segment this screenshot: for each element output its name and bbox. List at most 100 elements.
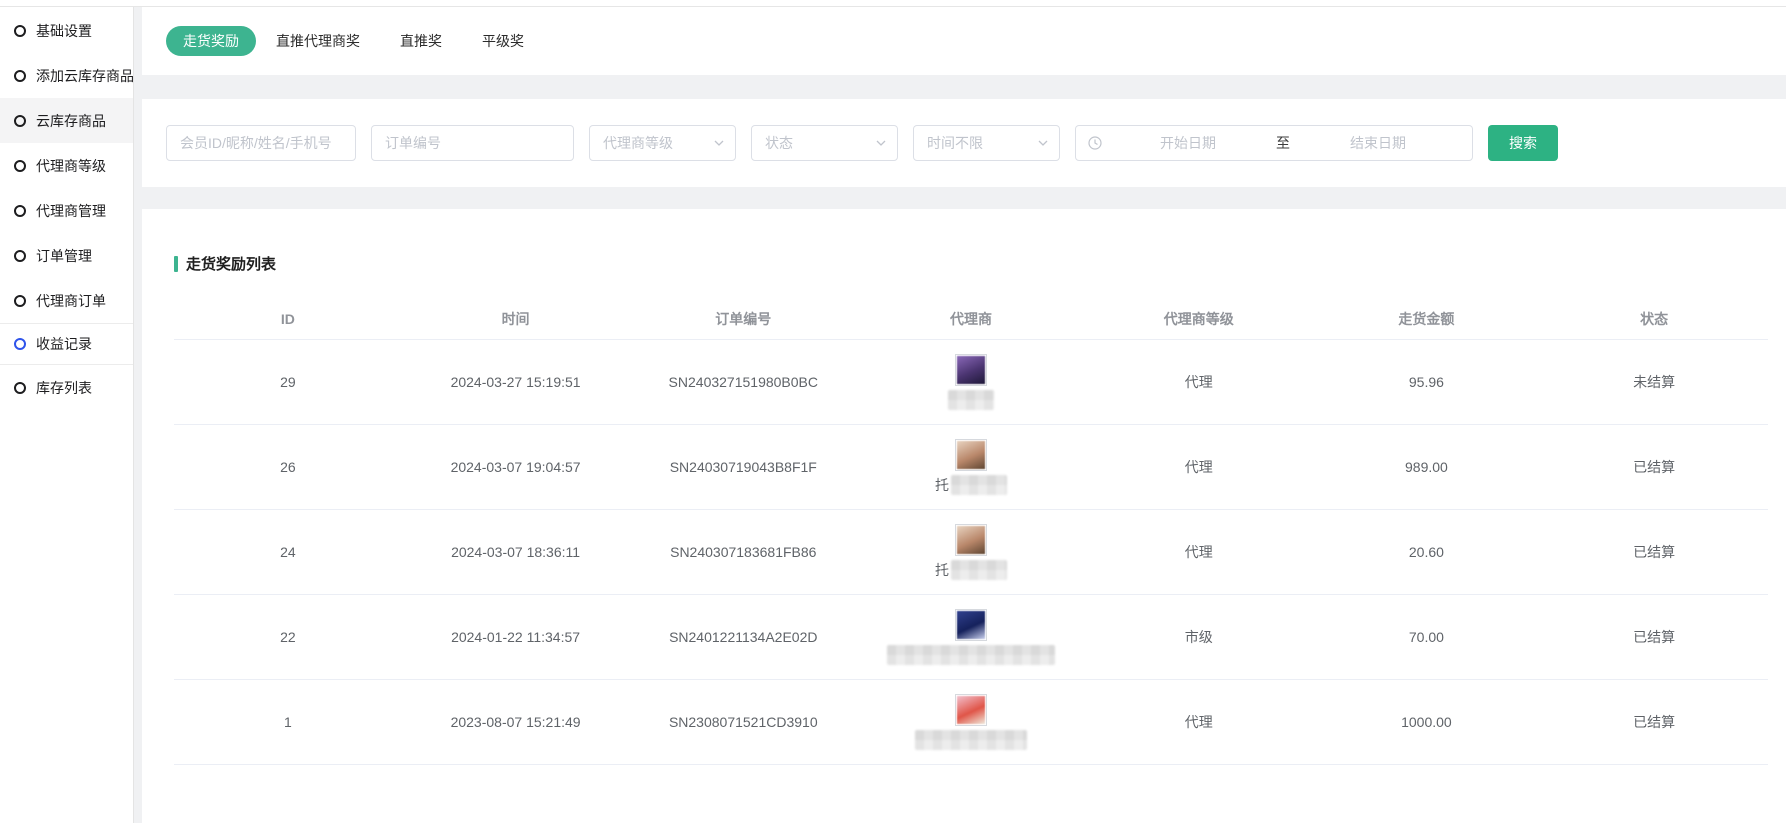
sidebar-item-label: 代理商等级 [36,156,106,176]
start-date-placeholder[interactable]: 开始日期 [1106,133,1270,153]
filter-bar: 代理商等级 状态 时间不限 开始日期 至 结束日期 搜索 [142,99,1786,187]
sidebar-item-收益记录[interactable]: 收益记录 [0,323,133,365]
sidebar-item-基础设置[interactable]: 基础设置 [0,8,133,53]
radio-circle-icon [14,382,26,394]
tab-直推代理商奖[interactable]: 直推代理商奖 [276,31,360,51]
agent-avatar-image [957,356,985,384]
table-row: 26 2024-03-07 19:04:57 SN24030719043B8F1… [174,425,1768,510]
tab-直推奖[interactable]: 直推奖 [400,31,442,51]
chevron-down-icon [713,137,725,149]
sidebar-item-云库存商品[interactable]: 云库存商品 [0,98,133,143]
end-date-placeholder[interactable]: 结束日期 [1296,133,1460,153]
agent-avatar-image [957,526,985,554]
status-select-value: 状态 [765,133,793,153]
cell-agent-level: 代理 [1085,542,1313,562]
censored-nickname [951,475,1007,495]
agent-avatar [955,524,987,556]
title-accent-bar [174,256,178,272]
cell-amount: 20.60 [1313,544,1541,560]
clock-icon [1088,136,1102,150]
table-header-cell: 状态 [1540,309,1768,329]
agent-avatar-image [957,441,985,469]
agent-avatar-image [957,611,985,639]
radio-circle-icon [14,25,26,37]
date-range-picker[interactable]: 开始日期 至 结束日期 [1075,125,1473,161]
cell-agent [857,694,1085,750]
cell-agent: 托 [857,524,1085,580]
sidebar-item-代理商订单[interactable]: 代理商订单 [0,278,133,323]
cell-status: 已结算 [1540,712,1768,732]
agent-nickname [915,730,1027,750]
cell-order-no: SN2401221134A2E02D [629,629,857,645]
page-layout: 基础设置 添加云库存商品 云库存商品 代理商等级 代理商管理 订单管理 代理商订… [0,7,1786,823]
agent-nickname: 托 [935,560,1007,580]
cell-agent-level: 代理 [1085,712,1313,732]
tab-平级奖[interactable]: 平级奖 [482,31,524,51]
sidebar-item-库存列表[interactable]: 库存列表 [0,365,133,410]
member-search-input[interactable] [166,125,356,161]
radio-circle-icon [14,295,26,307]
agent-avatar [955,439,987,471]
cell-amount: 70.00 [1313,629,1541,645]
sidebar-item-label: 收益记录 [36,334,92,354]
tabs-bar: 走货奖励 直推代理商奖 直推奖 平级奖 [142,7,1786,75]
radio-circle-icon [14,115,26,127]
table-body: 29 2024-03-27 15:19:51 SN240327151980B0B… [174,340,1768,765]
cell-time: 2024-03-07 18:36:11 [402,544,630,560]
cell-time: 2023-08-07 15:21:49 [402,714,630,730]
table-row: 22 2024-01-22 11:34:57 SN2401221134A2E02… [174,595,1768,680]
cell-time: 2024-03-27 15:19:51 [402,374,630,390]
radio-circle-icon [14,205,26,217]
cell-id: 24 [174,544,402,560]
radio-circle-icon [14,70,26,82]
cell-agent-level: 代理 [1085,457,1313,477]
top-divider [0,0,1786,7]
cell-status: 已结算 [1540,627,1768,647]
sidebar-item-label: 基础设置 [36,21,92,41]
main-content: 走货奖励 直推代理商奖 直推奖 平级奖 代理商等级 状态 时间不限 [142,7,1786,823]
sidebar-item-代理商管理[interactable]: 代理商管理 [0,188,133,233]
cell-id: 22 [174,629,402,645]
cell-amount: 95.96 [1313,374,1541,390]
agent-level-select[interactable]: 代理商等级 [589,125,736,161]
sidebar-item-添加云库存商品[interactable]: 添加云库存商品 [0,53,133,98]
agent-nickname: 托 [935,475,1007,495]
agent-nickname [887,645,1055,665]
cell-id: 1 [174,714,402,730]
table-header-row: ID时间订单编号代理商代理商等级走货金额状态 [174,298,1768,340]
cell-order-no: SN2308071521CD3910 [629,714,857,730]
tab-走货奖励[interactable]: 走货奖励 [166,26,256,56]
agent-nickname-prefix: 托 [935,560,949,580]
table-row: 24 2024-03-07 18:36:11 SN240307183681FB8… [174,510,1768,595]
sidebar-item-代理商等级[interactable]: 代理商等级 [0,143,133,188]
cell-time: 2024-03-07 19:04:57 [402,459,630,475]
chevron-down-icon [1037,137,1049,149]
table-header-cell: 时间 [402,309,630,329]
search-button[interactable]: 搜索 [1488,125,1558,161]
order-no-input[interactable] [371,125,574,161]
radio-circle-icon [14,250,26,262]
cell-status: 未结算 [1540,372,1768,392]
agent-avatar-image [957,696,985,724]
sidebar-item-label: 订单管理 [36,246,92,266]
chevron-down-icon [875,137,887,149]
status-select[interactable]: 状态 [751,125,898,161]
agent-level-select-value: 代理商等级 [603,133,673,153]
time-range-select[interactable]: 时间不限 [913,125,1060,161]
censored-nickname [887,645,1055,665]
sidebar-item-订单管理[interactable]: 订单管理 [0,233,133,278]
cell-status: 已结算 [1540,457,1768,477]
table-header-cell: 代理商 [857,309,1085,329]
sidebar-item-label: 库存列表 [36,378,92,398]
cell-time: 2024-01-22 11:34:57 [402,629,630,645]
section-title-text: 走货奖励列表 [186,253,276,274]
reward-list-card: 走货奖励列表 ID时间订单编号代理商代理商等级走货金额状态 29 2024-03… [142,209,1786,823]
section-title: 走货奖励列表 [174,253,1768,274]
cell-agent-level: 代理 [1085,372,1313,392]
sidebar: 基础设置 添加云库存商品 云库存商品 代理商等级 代理商管理 订单管理 代理商订… [0,7,134,823]
sidebar-item-label: 代理商管理 [36,201,106,221]
cell-agent [857,354,1085,410]
sidebar-item-label: 云库存商品 [36,111,106,131]
cell-amount: 1000.00 [1313,714,1541,730]
cell-amount: 989.00 [1313,459,1541,475]
